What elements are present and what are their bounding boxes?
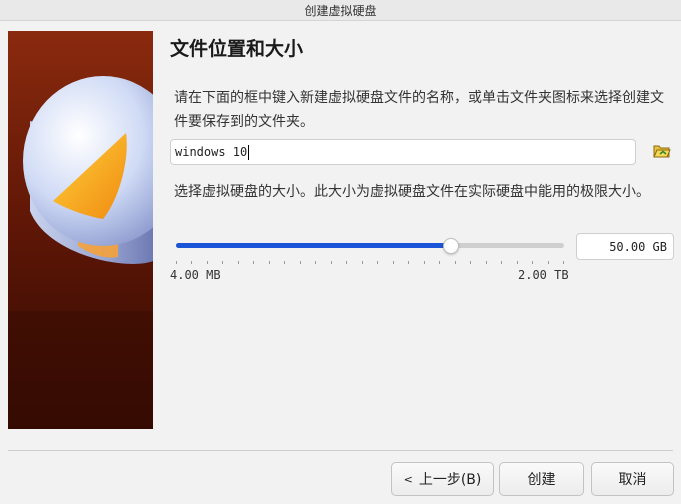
slider-tick — [268, 261, 270, 264]
slider-tick — [454, 261, 456, 264]
slider-tick — [299, 261, 301, 264]
slider-tick — [392, 261, 394, 264]
footer-separator — [8, 450, 673, 451]
slider-tick — [176, 261, 177, 264]
back-button-label: 上一步(B) — [418, 472, 482, 488]
slider-handle[interactable] — [442, 238, 459, 254]
slider-tick — [237, 261, 239, 264]
slider-tick — [315, 261, 317, 264]
slider-ticks — [176, 261, 564, 265]
text-caret — [248, 144, 250, 160]
slider-fill — [176, 243, 450, 248]
file-name-value: windows 10 — [175, 145, 248, 159]
slider-tick — [346, 261, 348, 264]
slider-tick — [501, 261, 503, 264]
size-description: 选择虚拟硬盘的大小。此大小为虚拟硬盘文件在实际硬盘中能用的极限大小。 — [174, 184, 650, 200]
size-min-label: 4.00 MB — [170, 268, 221, 282]
file-name-input[interactable]: windows 10 — [170, 139, 636, 165]
disk-size-input[interactable]: 50.00 GB — [576, 233, 674, 260]
virtual-disk-illustration — [8, 31, 153, 429]
slider-tick — [361, 261, 363, 264]
slider-tick — [377, 261, 379, 264]
disk-size-slider[interactable] — [176, 236, 564, 256]
slider-tick — [253, 261, 255, 264]
back-button[interactable]: < 上一步(B) — [391, 462, 494, 496]
slider-tick — [222, 261, 224, 264]
location-description: 请在下面的框中键入新建虚拟硬盘文件的名称，或单击文件夹图标来选择创建文件要保存到… — [174, 90, 664, 130]
slider-tick — [330, 261, 332, 264]
choose-folder-button[interactable] — [652, 143, 672, 163]
chevron-left-icon: < — [403, 472, 413, 486]
size-max-label: 2.00 TB — [518, 268, 569, 282]
page-heading: 文件位置和大小 — [170, 38, 304, 60]
slider-tick — [470, 261, 472, 264]
disk-size-value: 50.00 GB — [609, 239, 667, 254]
create-button-label: 创建 — [527, 472, 556, 488]
cancel-button[interactable]: 取消 — [591, 462, 674, 496]
slider-tick — [408, 261, 410, 264]
folder-icon — [653, 143, 671, 163]
window-title: 创建虚拟硬盘 — [304, 3, 377, 18]
slider-tick — [532, 261, 534, 264]
slider-tick — [439, 261, 441, 264]
create-button[interactable]: 创建 — [499, 462, 584, 496]
slider-tick — [516, 261, 518, 264]
window-titlebar: 创建虚拟硬盘 — [0, 0, 681, 21]
slider-tick — [284, 261, 286, 264]
cancel-button-label: 取消 — [618, 472, 647, 488]
slider-tick — [563, 261, 564, 264]
slider-tick — [423, 261, 425, 264]
slider-tick — [547, 261, 549, 264]
slider-tick — [485, 261, 487, 264]
slider-tick — [206, 261, 208, 264]
slider-tick — [191, 261, 193, 264]
